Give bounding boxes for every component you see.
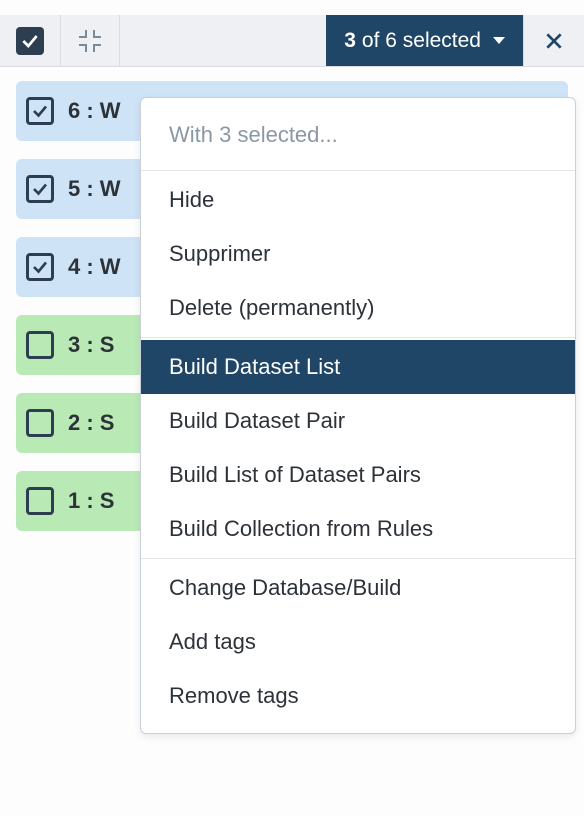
history-item-checkbox[interactable] xyxy=(26,97,54,125)
spacer xyxy=(120,15,326,66)
close-icon xyxy=(544,31,564,51)
minimize-icon xyxy=(79,30,101,52)
menu-item[interactable]: Add tags xyxy=(141,615,575,669)
selection-dropdown-button[interactable]: 3 of 6 selected xyxy=(326,15,524,66)
selection-actions-menu: With 3 selected... HideSupprimerDelete (… xyxy=(140,97,576,734)
exit-fullscreen-button[interactable] xyxy=(61,15,120,66)
select-all-button[interactable] xyxy=(0,15,61,66)
check-icon xyxy=(31,102,49,120)
menu-header: With 3 selected... xyxy=(141,98,575,168)
check-icon xyxy=(31,180,49,198)
menu-item[interactable]: Remove tags xyxy=(141,669,575,723)
toolbar: 3 of 6 selected xyxy=(0,15,584,67)
history-item-checkbox[interactable] xyxy=(26,409,54,437)
history-item-checkbox[interactable] xyxy=(26,331,54,359)
menu-item[interactable]: Build List of Dataset Pairs xyxy=(141,448,575,502)
menu-item[interactable]: Hide xyxy=(141,173,575,227)
menu-divider xyxy=(141,558,575,559)
menu-divider xyxy=(141,337,575,338)
menu-item[interactable]: Delete (permanently) xyxy=(141,281,575,335)
menu-item[interactable]: Build Dataset List xyxy=(141,340,575,394)
check-icon xyxy=(31,258,49,276)
caret-down-icon xyxy=(493,37,505,44)
selection-count: 3 xyxy=(344,29,356,53)
checkbox-checked-icon xyxy=(16,27,44,55)
menu-divider xyxy=(141,170,575,171)
history-item-checkbox[interactable] xyxy=(26,175,54,203)
selection-suffix: of 6 selected xyxy=(362,29,481,53)
menu-item[interactable]: Build Dataset Pair xyxy=(141,394,575,448)
close-selection-button[interactable] xyxy=(524,15,584,66)
menu-item[interactable]: Supprimer xyxy=(141,227,575,281)
history-item-checkbox[interactable] xyxy=(26,253,54,281)
menu-item[interactable]: Build Collection from Rules xyxy=(141,502,575,556)
history-item-checkbox[interactable] xyxy=(26,487,54,515)
menu-item[interactable]: Change Database/Build xyxy=(141,561,575,615)
